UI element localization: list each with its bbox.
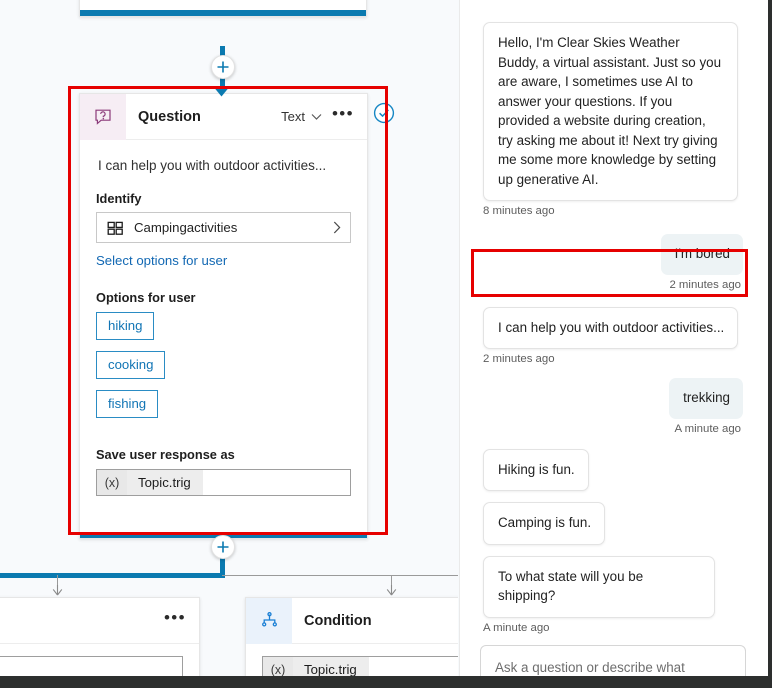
condition-branch-icon bbox=[246, 597, 292, 644]
variable-prefix-icon: (x) bbox=[263, 657, 293, 676]
trigger-phrases-node[interactable]: What activities can I do outdoors? What … bbox=[79, 0, 367, 17]
select-options-link[interactable]: Select options for user bbox=[96, 253, 351, 268]
table-grid-icon bbox=[107, 221, 123, 235]
message-timestamp: A minute ago bbox=[674, 422, 742, 435]
node-accent-bar bbox=[80, 10, 366, 16]
node-header-actions: Text ••• bbox=[281, 105, 367, 127]
connector-line-branch-left bbox=[0, 573, 224, 578]
user-message-bubble: I'm bored bbox=[660, 234, 743, 275]
condition-node-right-header: Condition bbox=[246, 597, 458, 644]
user-message-bubble: trekking bbox=[669, 378, 743, 419]
node-title: Question bbox=[138, 108, 201, 125]
condition-node-right[interactable]: Condition (x) Topic.trig bbox=[245, 597, 458, 676]
add-node-bottom-button[interactable] bbox=[211, 535, 235, 559]
identify-entity-picker[interactable]: Campingactivities bbox=[96, 212, 351, 243]
question-bubble-glyph bbox=[95, 109, 111, 125]
condition-variable-field[interactable]: (x) rig bbox=[0, 656, 183, 676]
chevron-right-icon bbox=[333, 221, 341, 234]
message-timestamp: 2 minutes ago bbox=[483, 353, 555, 365]
variable-name: Topic.trig bbox=[293, 657, 369, 676]
plus-icon bbox=[217, 61, 229, 73]
arrow-down-icon bbox=[214, 88, 229, 97]
node-more-options-button[interactable]: ••• bbox=[163, 609, 187, 631]
trigger-phrase-list: What activities can I do outdoors? What … bbox=[80, 0, 366, 10]
save-response-label: Save user response as bbox=[96, 447, 235, 462]
chat-row: Hello, I'm Clear Skies Weather Buddy, a … bbox=[480, 22, 746, 201]
chat-row: Hiking is fun. bbox=[480, 448, 746, 491]
node-header-actions: ••• bbox=[163, 609, 199, 631]
window-right-edge bbox=[768, 0, 772, 688]
window-bottom-edge bbox=[0, 676, 772, 688]
chat-row: Camping is fun. bbox=[480, 502, 746, 545]
bot-message-bubble: To what state will you be shipping? bbox=[483, 555, 715, 618]
add-node-top-button[interactable] bbox=[211, 55, 235, 79]
condition-node-left[interactable]: tion ••• (x) rig bbox=[0, 597, 200, 676]
condition-variable-field[interactable]: (x) Topic.trig bbox=[262, 656, 458, 676]
chat-test-panel[interactable]: Hello, I'm Clear Skies Weather Buddy, a … bbox=[459, 0, 768, 676]
condition-node-left-body: (x) rig bbox=[0, 644, 199, 676]
app-root: What activities can I do outdoors? What … bbox=[0, 0, 772, 688]
question-node-body: I can help you with outdoor activities..… bbox=[80, 140, 367, 510]
option-chip[interactable]: fishing bbox=[96, 390, 159, 418]
option-chip[interactable]: cooking bbox=[96, 351, 166, 379]
connector-line-branch-right-2 bbox=[222, 575, 458, 576]
condition-node-left-header: tion ••• bbox=[0, 598, 199, 644]
identify-label: Identify bbox=[96, 191, 142, 206]
message-input-placeholder[interactable]: Ask a question or describe what you need bbox=[495, 658, 710, 677]
variable-prefix-icon: (x) bbox=[97, 470, 127, 495]
chat-row: trekking bbox=[480, 378, 746, 419]
bot-message-bubble: Camping is fun. bbox=[483, 502, 606, 545]
message-composer[interactable]: Ask a question or describe what you need… bbox=[480, 644, 746, 677]
option-chip[interactable]: hiking bbox=[96, 312, 155, 340]
node-more-options-button[interactable]: ••• bbox=[331, 105, 355, 127]
question-node[interactable]: Question Text ••• I can help you with ou… bbox=[79, 93, 368, 539]
message-timestamp: 2 minutes ago bbox=[669, 278, 741, 291]
plus-icon bbox=[217, 541, 229, 553]
chat-row: To what state will you be shipping? bbox=[480, 555, 746, 618]
trigger-phrase: What can I do when camping? bbox=[100, 0, 350, 1]
options-for-user-label: Options for user bbox=[96, 290, 196, 305]
arrow-down-icon bbox=[52, 585, 63, 596]
chevron-down-icon bbox=[311, 113, 322, 120]
bot-message-bubble: Hello, I'm Clear Skies Weather Buddy, a … bbox=[483, 22, 738, 201]
save-response-variable-field[interactable]: (x) Topic.trig bbox=[96, 469, 351, 496]
condition-node-right-body: (x) Topic.trig bbox=[246, 644, 458, 676]
chat-message-list[interactable]: Hello, I'm Clear Skies Weather Buddy, a … bbox=[460, 0, 768, 676]
message-timestamp: 8 minutes ago bbox=[483, 205, 555, 217]
response-type-dropdown[interactable]: Text bbox=[281, 109, 322, 124]
condition-branch-glyph bbox=[261, 612, 277, 627]
flow-canvas[interactable]: What activities can I do outdoors? What … bbox=[0, 0, 458, 676]
options-chip-list: hiking cooking fishing bbox=[96, 312, 351, 429]
question-bubble-icon bbox=[80, 93, 126, 140]
question-node-header: Question Text ••• bbox=[80, 93, 367, 140]
arrow-down-icon bbox=[386, 585, 397, 596]
node-title: Condition bbox=[304, 612, 372, 629]
chat-row: I can help you with outdoor activities..… bbox=[480, 306, 746, 349]
question-prompt-text[interactable]: I can help you with outdoor activities..… bbox=[98, 158, 351, 173]
check-circle-glyph bbox=[373, 102, 395, 124]
node-spacer bbox=[80, 510, 367, 532]
message-timestamp: A minute ago bbox=[483, 621, 550, 634]
node-validation-check-icon[interactable] bbox=[373, 102, 395, 124]
bot-message-bubble: Hiking is fun. bbox=[483, 448, 589, 491]
variable-name: Topic.trig bbox=[127, 470, 203, 495]
identify-entity-value: Campingactivities bbox=[134, 220, 238, 235]
bot-message-bubble-highlighted: I can help you with outdoor activities..… bbox=[483, 306, 739, 349]
chat-row: I'm bored bbox=[480, 234, 746, 275]
response-type-label: Text bbox=[281, 109, 305, 124]
